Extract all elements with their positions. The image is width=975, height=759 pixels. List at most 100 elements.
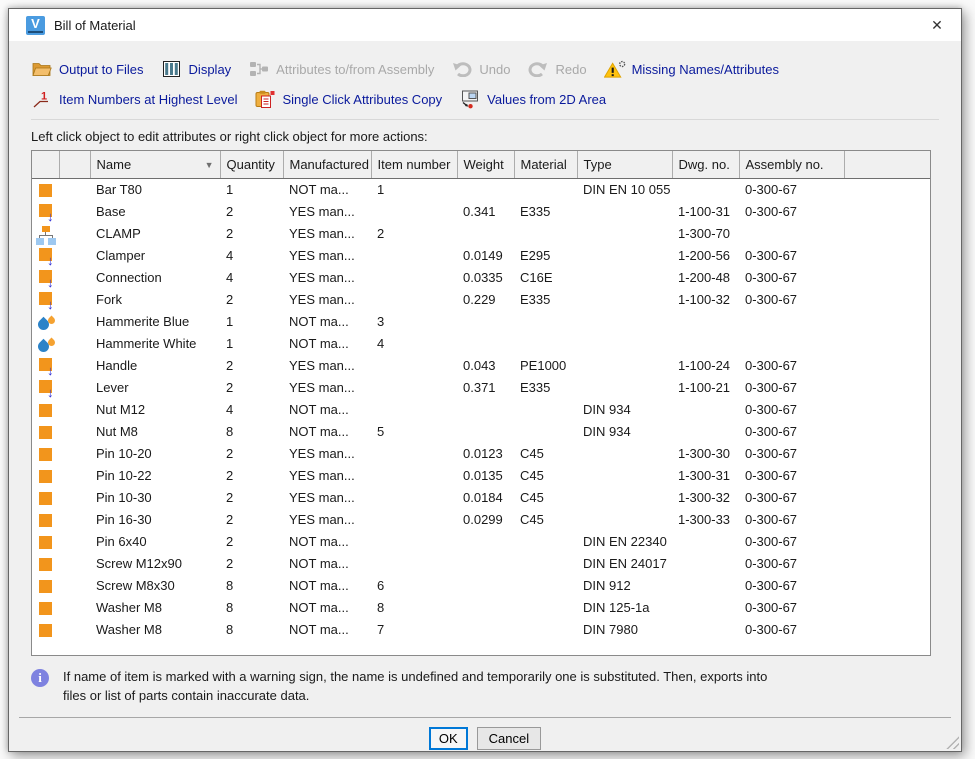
table-row[interactable]: Washer M8 8 NOT ma... 7 DIN 7980 0-300-6… — [32, 619, 930, 641]
cell-item-number — [371, 201, 457, 223]
cell-weight: 0.0184 — [457, 487, 514, 509]
cell-item-number: 4 — [371, 333, 457, 355]
ok-button[interactable]: OK — [429, 727, 468, 750]
header-dwg-no[interactable]: Dwg. no. — [672, 151, 739, 179]
table-row[interactable]: Pin 16-30 2 YES man... 0.0299 C45 1-300-… — [32, 509, 930, 531]
header-item-number[interactable]: Item number — [371, 151, 457, 179]
bom-table: Name ▼ Quantity Manufactured Item number… — [31, 150, 931, 656]
header-name[interactable]: Name ▼ — [90, 151, 220, 179]
cell-dwg-no: 1-300-33 — [672, 509, 739, 531]
cancel-button[interactable]: Cancel — [477, 727, 541, 750]
part-icon — [35, 423, 57, 443]
cell-quantity: 8 — [220, 619, 283, 641]
header-material[interactable]: Material — [514, 151, 577, 179]
cell-type — [577, 245, 672, 267]
toolbar-label: Undo — [479, 62, 510, 77]
cell-dwg-no — [672, 399, 739, 421]
table-row[interactable]: Base 2 YES man... 0.341 E335 1-100-31 0-… — [32, 201, 930, 223]
cell-assembly-no: 0-300-67 — [739, 597, 844, 619]
cell-assembly-no: 0-300-67 — [739, 619, 844, 641]
table-row[interactable]: Washer M8 8 NOT ma... 8 DIN 125-1a 0-300… — [32, 597, 930, 619]
cell-quantity: 2 — [220, 487, 283, 509]
cell-manufactured: YES man... — [283, 509, 371, 531]
table-row[interactable]: Handle 2 YES man... 0.043 PE1000 1-100-2… — [32, 355, 930, 377]
cell-name: Nut M12 — [90, 399, 220, 421]
cell-spare — [59, 619, 90, 641]
table-row[interactable]: Bar T80 1 NOT ma... 1 DIN EN 10 055 0-30… — [32, 179, 930, 202]
cell-dwg-no: 1-300-31 — [672, 465, 739, 487]
bom-table-body: Bar T80 1 NOT ma... 1 DIN EN 10 055 0-30… — [32, 179, 930, 642]
cell-type — [577, 443, 672, 465]
cell-dwg-no — [672, 333, 739, 355]
table-row[interactable]: Hammerite Blue 1 NOT ma... 3 — [32, 311, 930, 333]
cell-name: Lever — [90, 377, 220, 399]
cell-weight: 0.0123 — [457, 443, 514, 465]
cell-dwg-no: 1-300-32 — [672, 487, 739, 509]
table-row[interactable]: Hammerite White 1 NOT ma... 4 — [32, 333, 930, 355]
table-row[interactable]: Fork 2 YES man... 0.229 E335 1-100-32 0-… — [32, 289, 930, 311]
cell-assembly-no: 0-300-67 — [739, 531, 844, 553]
output-to-files-button[interactable]: Output to Files — [31, 59, 144, 79]
sort-descending-icon[interactable]: ▼ — [205, 160, 214, 170]
cell-name: CLAMP — [90, 223, 220, 245]
cell-weight — [457, 223, 514, 245]
table-row[interactable]: Clamper 4 YES man... 0.0149 E295 1-200-5… — [32, 245, 930, 267]
close-icon[interactable]: ✕ — [921, 11, 953, 39]
table-row[interactable]: Lever 2 YES man... 0.371 E335 1-100-21 0… — [32, 377, 930, 399]
header-type[interactable]: Type — [577, 151, 672, 179]
header-weight[interactable]: Weight — [457, 151, 514, 179]
cell-manufactured: YES man... — [283, 487, 371, 509]
header-quantity[interactable]: Quantity — [220, 151, 283, 179]
cell-trailing — [844, 267, 930, 289]
header-assembly-no[interactable]: Assembly no. — [739, 151, 844, 179]
cell-weight: 0.0299 — [457, 509, 514, 531]
cell-trailing — [844, 619, 930, 641]
values-from-2d-area-button[interactable]: Values from 2D Area — [459, 89, 606, 109]
cell-assembly-no: 0-300-67 — [739, 421, 844, 443]
cell-manufactured: NOT ma... — [283, 179, 371, 202]
display-button[interactable]: Display — [161, 59, 232, 79]
cell-trailing — [844, 333, 930, 355]
table-row[interactable]: CLAMP 2 YES man... 2 1-300-70 — [32, 223, 930, 245]
cell-item-number: 3 — [371, 311, 457, 333]
cell-quantity: 2 — [220, 443, 283, 465]
cell-spare — [59, 377, 90, 399]
cell-assembly-no: 0-300-67 — [739, 575, 844, 597]
cell-assembly-no: 0-300-67 — [739, 289, 844, 311]
table-row[interactable]: Pin 10-20 2 YES man... 0.0123 C45 1-300-… — [32, 443, 930, 465]
cell-type — [577, 223, 672, 245]
table-row[interactable]: Pin 6x40 2 NOT ma... DIN EN 22340 0-300-… — [32, 531, 930, 553]
single-click-attributes-copy-button[interactable]: Single Click Attributes Copy — [254, 89, 442, 109]
cell-name: Connection — [90, 267, 220, 289]
cell-assembly-no: 0-300-67 — [739, 267, 844, 289]
cell-item-number — [371, 487, 457, 509]
varicad-app-icon — [26, 16, 45, 35]
cell-spare — [59, 333, 90, 355]
cell-type — [577, 267, 672, 289]
table-row[interactable]: Pin 10-22 2 YES man... 0.0135 C45 1-300-… — [32, 465, 930, 487]
cell-spare — [59, 487, 90, 509]
item-numbers-highest-level-button[interactable]: 1 Item Numbers at Highest Level — [31, 89, 237, 109]
part-icon — [35, 621, 57, 641]
table-row[interactable]: Screw M12x90 2 NOT ma... DIN EN 24017 0-… — [32, 553, 930, 575]
cell-weight: 0.341 — [457, 201, 514, 223]
table-row[interactable]: Nut M8 8 NOT ma... 5 DIN 934 0-300-67 — [32, 421, 930, 443]
cell-material — [514, 619, 577, 641]
cell-quantity: 2 — [220, 553, 283, 575]
header-icon-col[interactable] — [32, 151, 59, 179]
cell-material: E335 — [514, 289, 577, 311]
cell-type — [577, 333, 672, 355]
header-manufactured[interactable]: Manufactured — [283, 151, 371, 179]
titlebar[interactable]: Bill of Material ✕ — [9, 9, 961, 41]
table-row[interactable]: Connection 4 YES man... 0.0335 C16E 1-20… — [32, 267, 930, 289]
table-row[interactable]: Screw M8x30 8 NOT ma... 6 DIN 912 0-300-… — [32, 575, 930, 597]
cell-spare — [59, 223, 90, 245]
cell-item-number — [371, 465, 457, 487]
cell-quantity: 8 — [220, 421, 283, 443]
header-icon-col-2[interactable] — [59, 151, 90, 179]
info-text: If name of item is marked with a warning… — [63, 667, 768, 705]
table-row[interactable]: Nut M12 4 NOT ma... DIN 934 0-300-67 — [32, 399, 930, 421]
missing-names-attributes-button[interactable]: Missing Names/Attributes — [604, 59, 779, 79]
undo-icon — [451, 59, 473, 79]
table-row[interactable]: Pin 10-30 2 YES man... 0.0184 C45 1-300-… — [32, 487, 930, 509]
